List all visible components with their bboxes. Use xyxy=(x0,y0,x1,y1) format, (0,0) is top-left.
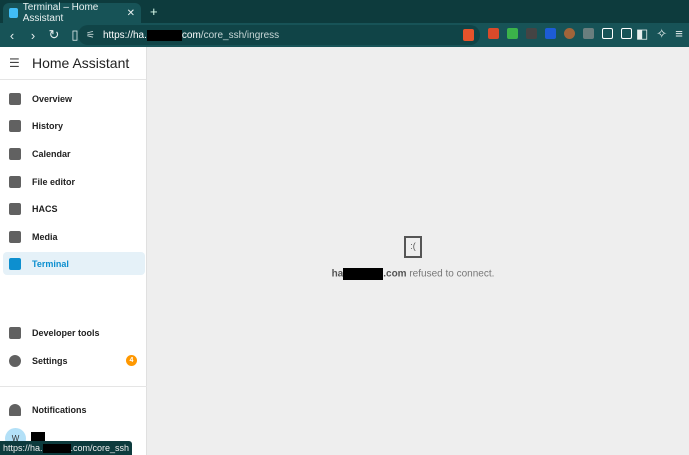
url-scheme-host: https://ha. xyxy=(102,29,147,41)
menu-collapse-icon[interactable]: ☰ xyxy=(9,56,23,70)
cog-icon xyxy=(9,354,21,367)
download-extension-icon[interactable] xyxy=(526,28,537,39)
error-message: ha .com refused to connect. xyxy=(318,268,508,280)
sidebar-item-calendar[interactable]: Calendar xyxy=(3,142,145,165)
sidebar-toggle-icon[interactable]: ◧ xyxy=(636,26,648,42)
url-path: /core_ssh/ingress xyxy=(200,29,280,41)
sidebar-item-label: History xyxy=(32,120,64,131)
sidebar-item-label: Media xyxy=(32,231,58,242)
sidebar-item-label: Notifications xyxy=(32,404,87,415)
hacs-icon xyxy=(9,202,21,215)
status-url-start: https://ha. xyxy=(3,443,43,453)
divider xyxy=(0,386,147,387)
menu-icon[interactable]: ≡ xyxy=(675,26,683,42)
sidebar-item-label: HACS xyxy=(32,203,58,214)
close-tab-icon[interactable]: ✕ xyxy=(127,8,135,19)
sidebar-item-notifications[interactable]: Notifications xyxy=(3,398,145,421)
sidebar-item-overview[interactable]: Overview xyxy=(3,87,145,110)
back-icon[interactable]: ‹ xyxy=(3,28,21,43)
sidebar-item-media[interactable]: Media xyxy=(3,225,145,248)
wrench-icon xyxy=(9,175,21,188)
bell-icon xyxy=(9,403,21,416)
sidebar-item-label: File editor xyxy=(32,176,76,187)
tab-title: Terminal – Home Assistant xyxy=(22,2,99,24)
sidebar-item-label: Calendar xyxy=(32,148,71,159)
sidebar-item-file-editor[interactable]: File editor xyxy=(3,170,145,193)
sidebar: ☰ Home Assistant Overview History Calend… xyxy=(0,47,147,455)
extensions-puzzle-icon[interactable] xyxy=(602,28,613,39)
extension-icon[interactable] xyxy=(488,28,499,39)
sidebar-item-label: Overview xyxy=(32,93,73,104)
tab-terminal[interactable]: Terminal – Home Assistant ✕ xyxy=(3,2,141,24)
sidebar-item-developer-tools[interactable]: Developer tools xyxy=(3,321,145,344)
console-icon xyxy=(9,257,21,270)
view-dashboard-icon xyxy=(9,92,21,105)
chart-box-icon xyxy=(9,119,21,132)
extensions xyxy=(488,28,632,39)
redacted xyxy=(146,29,182,41)
phone-extension-icon[interactable] xyxy=(507,28,518,39)
connection-error: :( ha .com refused to connect. xyxy=(318,236,508,280)
sidebar-item-label: Settings xyxy=(32,355,68,366)
sidebar-item-terminal[interactable]: Terminal xyxy=(3,252,145,275)
settings-badge: 4 xyxy=(126,355,137,366)
browser-toolbar: ‹ › ↻ ▯ ⚟ https://ha. com/core_ssh/ingres… xyxy=(0,23,689,47)
forward-icon[interactable]: › xyxy=(24,28,42,43)
home-assistant-favicon-icon xyxy=(9,8,18,18)
sidebar-item-label: Terminal xyxy=(32,258,69,269)
redacted xyxy=(42,444,71,454)
brave-shields-icon[interactable] xyxy=(463,29,474,41)
new-tab-button[interactable]: + xyxy=(150,4,158,19)
error-text: refused to connect. xyxy=(406,268,495,280)
sidebar-title: Home Assistant xyxy=(32,55,130,71)
error-host-end: .com xyxy=(383,268,407,280)
calendar-icon xyxy=(9,147,21,160)
sidebar-item-history[interactable]: History xyxy=(3,114,145,137)
hammer-icon xyxy=(9,326,21,339)
sidebar-item-label: Developer tools xyxy=(32,327,100,338)
sidebar-item-settings[interactable]: Settings 4 xyxy=(3,349,145,372)
site-settings-icon[interactable]: ⚟ xyxy=(86,30,95,41)
tab-bar: Terminal – Home Assistant ✕ + xyxy=(0,0,689,24)
leo-ai-icon[interactable]: ✧ xyxy=(656,26,667,42)
reload-icon[interactable]: ↻ xyxy=(45,27,63,43)
sad-document-icon: :( xyxy=(404,236,422,258)
cookie-icon[interactable] xyxy=(564,28,575,39)
status-bar-url: https://ha. .com/core_ssh xyxy=(0,441,133,455)
redacted xyxy=(343,268,384,280)
error-host-start: ha xyxy=(331,268,344,280)
bitwarden-icon[interactable] xyxy=(545,28,556,39)
url-domain-end: com xyxy=(181,29,201,41)
status-url-end: .com/core_ssh xyxy=(70,443,130,453)
play-box-multiple-icon xyxy=(9,230,21,243)
sidebar-item-hacs[interactable]: HACS xyxy=(3,197,145,220)
screenshot-icon[interactable] xyxy=(621,28,632,39)
recycle-icon[interactable] xyxy=(583,28,594,39)
address-bar[interactable]: ⚟ https://ha. com/core_ssh/ingress xyxy=(78,25,480,45)
